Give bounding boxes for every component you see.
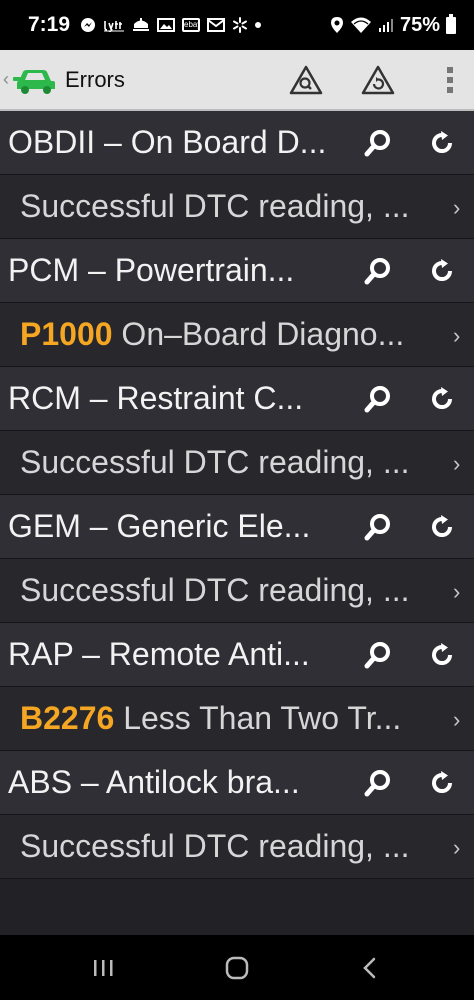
module-name: RCM – Restraint C...	[8, 380, 304, 416]
app-car-icon[interactable]	[13, 63, 59, 97]
dtc-description: P1000 On–Board Diagno...	[20, 316, 440, 353]
system-icons: 75%	[330, 13, 456, 37]
system-nav-bar	[0, 935, 474, 1000]
chevron-right-icon: ›	[453, 579, 461, 604]
search-icon	[363, 128, 393, 158]
search-icon	[363, 768, 393, 798]
refresh-module-button[interactable]	[426, 255, 458, 287]
status-bar: 7:19 ebay 75%	[0, 0, 474, 50]
page-title: Errors	[65, 66, 125, 92]
mail-icon	[207, 18, 226, 32]
dot-icon	[255, 22, 262, 28]
dtc-description: Successful DTC reading, ...	[20, 572, 440, 609]
dtc-message: Less Than Two Tr...	[114, 700, 402, 736]
search-icon	[363, 384, 393, 414]
search-icon	[363, 256, 393, 286]
dtc-code: P1000	[20, 316, 113, 352]
module-name: ABS – Antilock bra...	[8, 764, 300, 800]
status-time: 7:19	[28, 13, 71, 36]
battery-icon	[446, 13, 456, 34]
home-icon[interactable]	[222, 953, 252, 983]
chevron-right-icon: ›	[453, 835, 461, 860]
walmart-icon	[232, 17, 248, 33]
search-module-button[interactable]	[362, 767, 394, 799]
image-icon	[157, 18, 176, 32]
dtc-description: Successful DTC reading, ...	[20, 444, 440, 481]
dtc-message: Successful DTC reading, ...	[20, 188, 410, 224]
dtc-message: Successful DTC reading, ...	[20, 828, 410, 864]
refresh-module-button[interactable]	[426, 383, 458, 415]
refresh-module-button[interactable]	[426, 511, 458, 543]
search-module-button[interactable]	[362, 127, 394, 159]
refresh-icon	[429, 514, 455, 540]
back-chevron-icon[interactable]: ‹	[3, 69, 13, 90]
dtc-message: On–Board Diagno...	[112, 316, 405, 352]
search-module-button[interactable]	[362, 255, 394, 287]
battery-percentage: 75%	[399, 13, 440, 36]
dtc-description: Successful DTC reading, ...	[20, 828, 440, 865]
dtc-code: B2276	[20, 700, 115, 736]
dtc-row[interactable]: Successful DTC reading, ... ›	[0, 559, 474, 623]
lyft-icon	[103, 18, 125, 32]
clear-errors-button[interactable]	[356, 58, 400, 102]
dtc-row[interactable]: B2276 Less Than Two Tr... ›	[0, 687, 474, 751]
ebay-icon: ebay	[182, 18, 201, 32]
dtc-description: Successful DTC reading, ...	[20, 188, 440, 225]
dtc-row[interactable]: P1000 On–Board Diagno... ›	[0, 303, 474, 367]
chevron-right-icon: ›	[453, 707, 461, 732]
module-row[interactable]: GEM – Generic Ele...	[0, 495, 474, 559]
search-module-button[interactable]	[362, 511, 394, 543]
search-errors-button[interactable]	[284, 58, 328, 102]
chef-hat-icon	[132, 18, 150, 32]
dtc-message: Successful DTC reading, ...	[20, 572, 410, 608]
chevron-right-icon: ›	[453, 451, 461, 476]
overflow-menu-button[interactable]	[442, 58, 458, 102]
chevron-right-icon: ›	[453, 195, 461, 220]
dtc-description: B2276 Less Than Two Tr...	[20, 700, 440, 737]
module-list: OBDII – On Board D... Successful DTC read…	[0, 111, 474, 879]
refresh-module-button[interactable]	[426, 127, 458, 159]
module-name: RAP – Remote Anti...	[8, 636, 310, 672]
dtc-row[interactable]: Successful DTC reading, ... ›	[0, 175, 474, 239]
notification-icons: ebay	[80, 17, 330, 33]
module-row[interactable]: ABS – Antilock bra...	[0, 751, 474, 815]
app-toolbar: ‹ Errors	[0, 50, 474, 111]
dtc-row[interactable]: Successful DTC reading, ... ›	[0, 431, 474, 495]
refresh-icon	[429, 258, 455, 284]
dtc-row[interactable]: Successful DTC reading, ... ›	[0, 815, 474, 879]
wifi-icon	[350, 16, 372, 34]
refresh-icon	[429, 642, 455, 668]
search-module-button[interactable]	[362, 639, 394, 671]
location-icon	[330, 16, 344, 34]
refresh-module-button[interactable]	[426, 767, 458, 799]
module-name: PCM – Powertrain...	[8, 252, 295, 288]
module-row[interactable]: PCM – Powertrain...	[0, 239, 474, 303]
warning-refresh-icon	[361, 65, 395, 94]
search-icon	[363, 640, 393, 670]
refresh-module-button[interactable]	[426, 639, 458, 671]
module-name: GEM – Generic Ele...	[8, 508, 311, 544]
module-row[interactable]: RAP – Remote Anti...	[0, 623, 474, 687]
messenger-icon	[80, 17, 96, 33]
refresh-icon	[429, 130, 455, 156]
search-icon	[363, 512, 393, 542]
recent-apps-icon[interactable]	[88, 953, 118, 983]
warning-search-icon	[289, 65, 323, 94]
back-icon[interactable]	[355, 953, 385, 983]
module-row[interactable]: OBDII – On Board D...	[0, 111, 474, 175]
refresh-icon	[429, 386, 455, 412]
search-module-button[interactable]	[362, 383, 394, 415]
signal-icon	[378, 17, 394, 33]
refresh-icon	[429, 770, 455, 796]
module-name: OBDII – On Board D...	[8, 124, 327, 160]
module-row[interactable]: RCM – Restraint C...	[0, 367, 474, 431]
chevron-right-icon: ›	[453, 323, 461, 348]
more-vert-icon	[447, 66, 453, 93]
dtc-message: Successful DTC reading, ...	[20, 444, 410, 480]
